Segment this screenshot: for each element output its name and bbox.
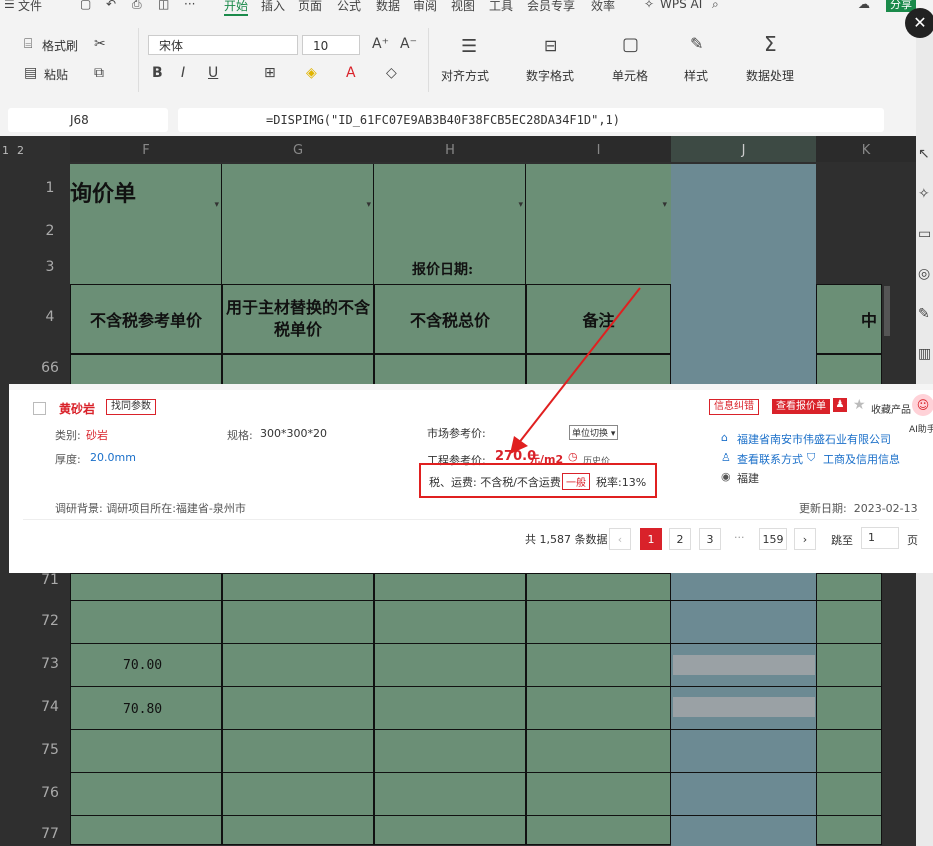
arrow-line (517, 287, 641, 445)
arrow-head (510, 436, 528, 454)
annotation-arrow (510, 287, 641, 454)
